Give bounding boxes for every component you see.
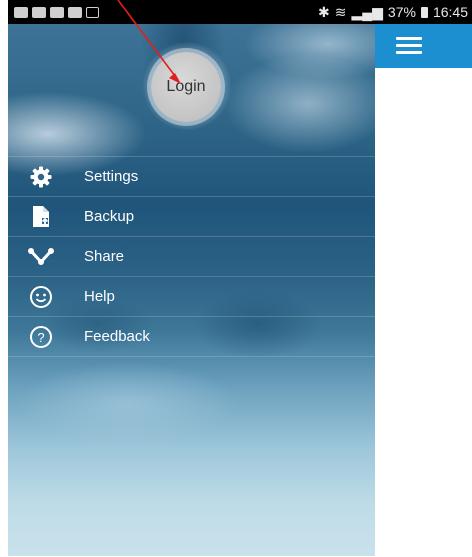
login-button[interactable]: Login [151, 52, 221, 122]
wifi-icon: ≋ [334, 3, 347, 20]
menu-label-backup: Backup [84, 208, 135, 225]
notification-icon [50, 6, 64, 18]
navigation-drawer: Login Settings Backup Share Help ? Feedb… [8, 24, 375, 556]
battery-percent: 37% [387, 4, 416, 20]
system-status: ✱ ≋ ▂▄▆ 37% 16:45 [318, 4, 468, 21]
signal-icon: ▂▄▆ [351, 3, 383, 20]
notification-icon [68, 6, 82, 18]
notification-icons [14, 6, 99, 18]
question-icon: ? [28, 324, 54, 350]
menu-label-feedback: Feedback [84, 328, 150, 345]
notification-icon [14, 6, 28, 18]
clock: 16:45 [432, 4, 468, 20]
smiley-icon [28, 284, 54, 310]
hamburger-menu-icon[interactable] [396, 37, 422, 55]
status-bar: ✱ ≋ ▂▄▆ 37% 16:45 [8, 0, 472, 24]
bluetooth-icon: ✱ [318, 3, 330, 20]
menu-item-feedback[interactable]: ? Feedback [8, 317, 375, 357]
app-toolbar [375, 24, 472, 68]
menu-label-share: Share [84, 248, 125, 265]
menu-label-help: Help [84, 288, 115, 305]
menu-item-backup[interactable]: Backup [8, 197, 375, 237]
notification-icon [86, 6, 99, 18]
menu-label-settings: Settings [84, 168, 139, 185]
phone-screen: ✱ ≋ ▂▄▆ 37% 16:45 Login Settings Backup … [0, 0, 472, 557]
notification-icon [32, 6, 46, 18]
backup-file-icon [28, 204, 54, 230]
gear-icon [28, 164, 54, 190]
drawer-menu: Settings Backup Share Help ? Feedback [8, 156, 375, 357]
login-label: Login [166, 78, 206, 95]
menu-item-help[interactable]: Help [8, 277, 375, 317]
battery-icon [420, 6, 428, 18]
menu-item-share[interactable]: Share [8, 237, 375, 277]
menu-item-settings[interactable]: Settings [8, 156, 375, 197]
svg-text:?: ? [37, 330, 44, 345]
share-icon [28, 244, 54, 270]
